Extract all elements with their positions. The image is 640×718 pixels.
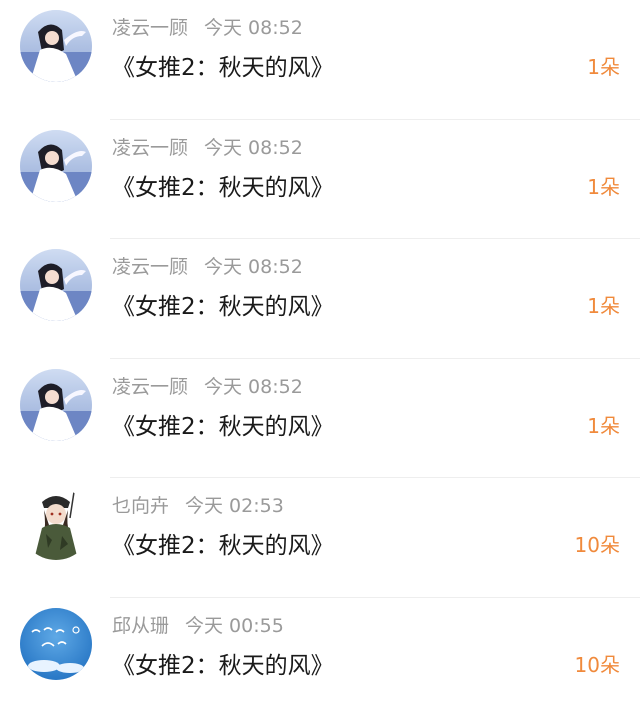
- sender-name[interactable]: 凌云一顾: [112, 17, 188, 39]
- message-meta: 凌云一顾 今天 08:52: [112, 372, 303, 399]
- flower-count: 10朵: [574, 652, 620, 677]
- list-item[interactable]: 凌云一顾 今天 08:52 《女推2：秋天的风》 1朵: [0, 239, 640, 359]
- flower-count: 1朵: [587, 55, 620, 79]
- avatar-girl-sky-icon: [20, 129, 92, 202]
- flower-count: 1朵: [587, 294, 620, 319]
- work-title[interactable]: 《女推2：秋天的风》: [112, 646, 334, 680]
- work-title[interactable]: 《女推2：秋天的风》: [112, 287, 334, 321]
- list-item[interactable]: 凌云一顾 今天 08:52 《女推2：秋天的风》 1朵: [0, 0, 640, 120]
- sender-name[interactable]: 邱从珊: [112, 615, 169, 637]
- avatar-girl-sky-icon: [20, 249, 92, 322]
- message-time: 今天 02:53: [185, 495, 284, 518]
- work-title[interactable]: 《女推2：秋天的风》: [112, 48, 334, 82]
- message-meta: 凌云一顾 今天 08:52: [112, 13, 303, 40]
- avatar-anime-soldier-icon: [20, 488, 92, 561]
- message-meta: 邱从珊 今天 00:55: [112, 611, 284, 638]
- avatar[interactable]: [20, 607, 92, 680]
- message-time: 今天 08:52: [204, 375, 303, 398]
- work-title[interactable]: 《女推2：秋天的风》: [112, 526, 334, 560]
- avatar-girl-sky-icon: [20, 368, 92, 441]
- list-item[interactable]: 乜向卉 今天 02:53 《女推2：秋天的风》 10朵: [0, 478, 640, 598]
- avatar-girl-sky-icon: [20, 10, 92, 82]
- message-meta: 凌云一顾 今天 08:52: [112, 133, 303, 160]
- flower-count: 1朵: [587, 174, 620, 199]
- message-time: 今天 08:52: [204, 256, 303, 279]
- message-meta: 乜向卉 今天 02:53: [112, 491, 284, 518]
- sender-name[interactable]: 凌云一顾: [112, 256, 188, 278]
- avatar[interactable]: [20, 129, 92, 202]
- avatar-blue-sky-text-icon: [20, 607, 92, 680]
- list-item[interactable]: 凌云一顾 今天 08:52 《女推2：秋天的风》 1朵: [0, 120, 640, 240]
- sender-name[interactable]: 凌云一顾: [112, 376, 188, 398]
- flower-count: 1朵: [587, 413, 620, 438]
- avatar[interactable]: [20, 368, 92, 441]
- work-title[interactable]: 《女推2：秋天的风》: [112, 407, 334, 441]
- message-meta: 凌云一顾 今天 08:52: [112, 252, 303, 279]
- message-time: 今天 08:52: [204, 136, 303, 159]
- avatar[interactable]: [20, 10, 92, 82]
- message-time: 今天 00:55: [185, 614, 284, 637]
- sender-name[interactable]: 乜向卉: [112, 495, 169, 517]
- flower-count: 10朵: [574, 533, 620, 558]
- work-title[interactable]: 《女推2：秋天的风》: [112, 168, 334, 202]
- gift-message-list: 凌云一顾 今天 08:52 《女推2：秋天的风》 1朵 凌云一顾 今天 08:52 …: [0, 0, 640, 705]
- message-time: 今天 08:52: [204, 17, 303, 39]
- avatar[interactable]: [20, 249, 92, 322]
- list-item[interactable]: 凌云一顾 今天 08:52 《女推2：秋天的风》 1朵: [0, 359, 640, 479]
- sender-name[interactable]: 凌云一顾: [112, 137, 188, 159]
- list-item[interactable]: 邱从珊 今天 00:55 《女推2：秋天的风》 10朵: [0, 598, 640, 718]
- avatar[interactable]: [20, 488, 92, 561]
